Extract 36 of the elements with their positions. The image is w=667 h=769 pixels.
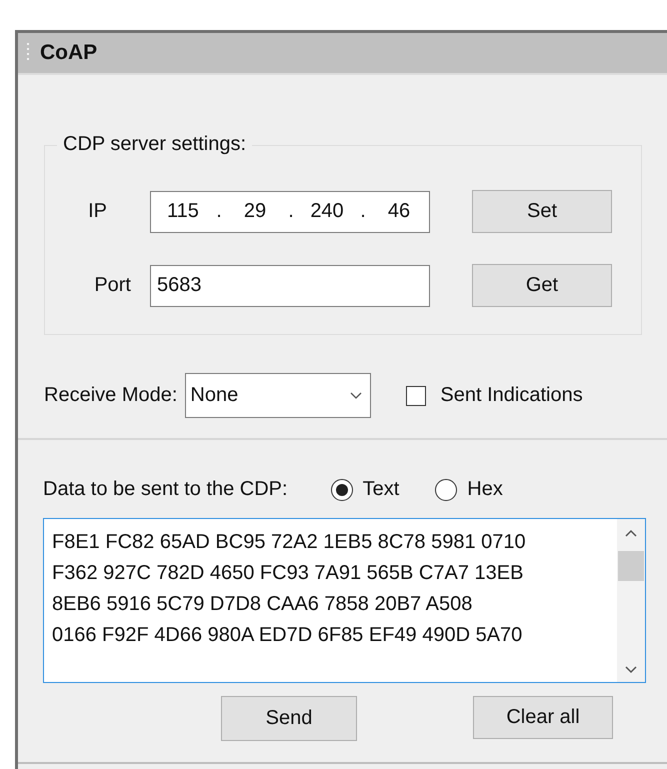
ip-dot: .	[287, 200, 295, 223]
get-button[interactable]: Get	[472, 264, 612, 307]
panel-title: CoAP	[40, 41, 98, 65]
scroll-up-icon	[625, 529, 637, 537]
clear-all-button[interactable]: Clear all	[473, 696, 613, 739]
data-label: Data to be sent to the CDP:	[43, 478, 288, 501]
scroll-thumb[interactable]	[618, 551, 644, 581]
radio-button[interactable]	[435, 478, 458, 500]
data-text-area[interactable]: F8E1 FC82 65AD BC95 72A2 1EB5 8C78 5981 0710 F362 927C 782D 4650 FC93 7A91 565B C7A7 13EB 8EB6 5916 5C79 D7D8 CAA6 7858 20B7 A508 0166 F92F 4D66 980A ED7D 6F85 EF49 490D 5A70	[43, 518, 646, 683]
radio-label: Text	[362, 478, 400, 501]
data-line: F362 927C 782D 4650 FC93 7A91 565B C7A7 13EB	[52, 561, 524, 586]
ip-label: IP	[87, 200, 107, 223]
data-line: 0166 F92F 4D66 980A ED7D 6F85 EF49 490D 5A70	[52, 623, 524, 648]
receive-mode-label: Receive Mode:	[44, 384, 178, 407]
receive-mode-dropdown[interactable]: None	[185, 373, 372, 418]
radio-label: Hex	[467, 478, 503, 501]
ip-octet: 115	[166, 200, 200, 223]
port-field[interactable]: 5683	[150, 264, 430, 306]
ip-octet: 240	[309, 200, 345, 223]
set-button[interactable]: Set	[472, 190, 612, 233]
ip-dot: .	[359, 200, 367, 223]
ip-octet: 46	[386, 200, 412, 223]
checkbox[interactable]	[406, 386, 426, 406]
chevron-icon	[350, 392, 362, 400]
ip-dot: .	[215, 200, 223, 223]
ip-octet: 29	[242, 200, 268, 223]
data-line: 8EB6 5916 5C79 D7D8 CAA6 7858 20B7 A508	[52, 592, 474, 617]
sent-indications-label: Sent Indications	[440, 384, 583, 407]
scrollbar[interactable]	[617, 519, 645, 682]
scroll-down-icon	[625, 666, 637, 674]
group-legend: CDP server settings:	[57, 133, 252, 156]
ip-field[interactable]: 115 . 29 . 240 . 46	[150, 190, 430, 232]
port-label: Port	[93, 274, 131, 297]
send-button[interactable]: Send	[221, 696, 357, 741]
radio-button[interactable]	[330, 478, 353, 500]
data-line: F8E1 FC82 65AD BC95 72A2 1EB5 8C78 5981 0710	[52, 530, 527, 555]
